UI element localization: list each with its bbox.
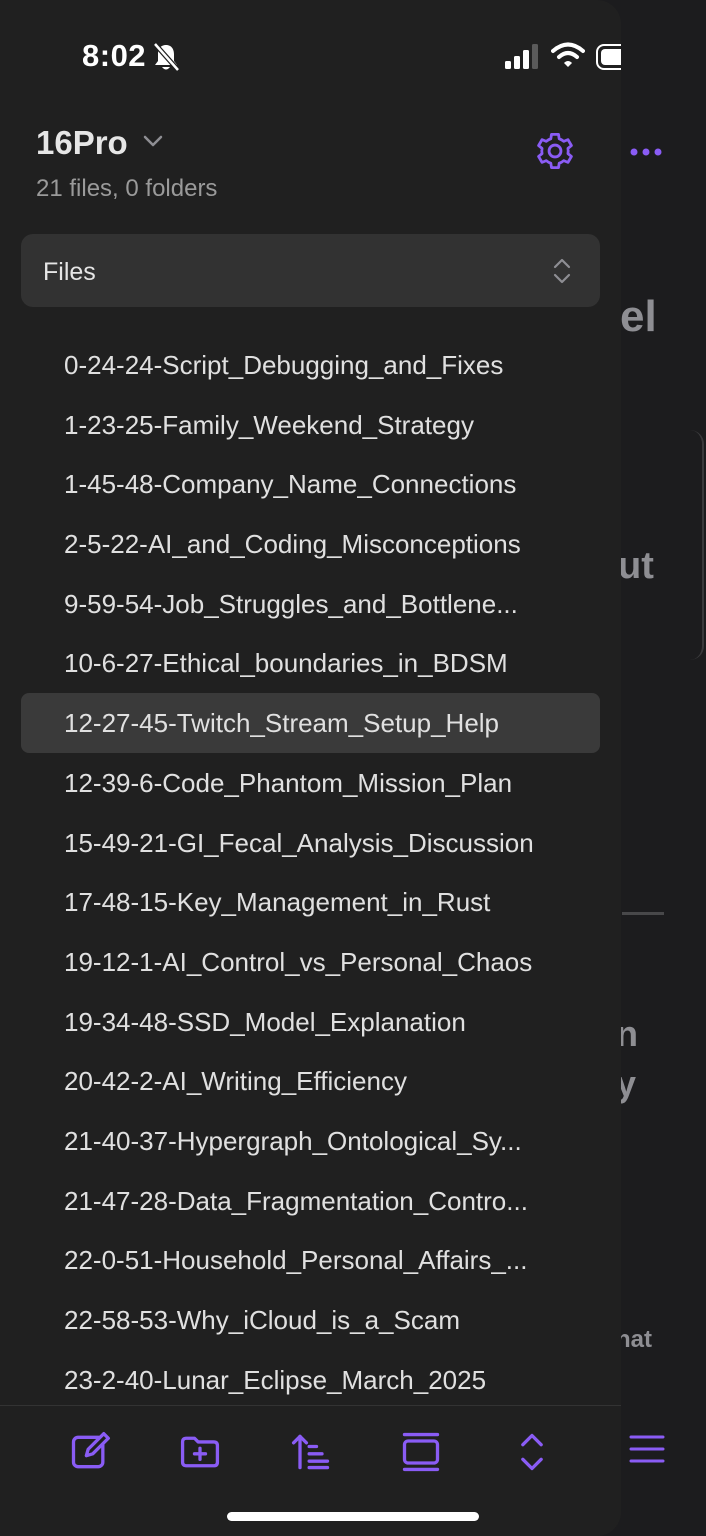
file-label: 0-24-24-Script_Debugging_and_Fixes xyxy=(64,350,504,380)
file-label: 2-5-22-AI_and_Coding_Misconceptions xyxy=(64,529,521,560)
file-item[interactable]: 19-12-1-AI_Control_vs_Personal_Chaos xyxy=(21,932,600,992)
file-item[interactable]: 1-45-48-Company_Name_Connections xyxy=(21,454,600,514)
battery-icon xyxy=(596,44,621,75)
file-item[interactable]: 21-47-28-Data_Fragmentation_Contro... xyxy=(21,1171,600,1231)
note-divider xyxy=(622,912,664,915)
file-list: 0-24-24-Script_Debugging_and_Fixes 1-23-2… xyxy=(0,335,621,1409)
collapse-icon[interactable] xyxy=(399,1430,443,1474)
file-item[interactable]: 0-24-24-Script_Debugging_and_Fixes xyxy=(21,335,600,395)
expand-icon[interactable] xyxy=(510,1430,554,1474)
new-note-icon[interactable] xyxy=(68,1430,112,1474)
chevron-down-icon[interactable] xyxy=(142,134,164,153)
gear-icon[interactable] xyxy=(534,130,576,177)
file-item[interactable]: 15-49-21-GI_Fecal_Analysis_Discussion xyxy=(21,813,600,873)
file-item[interactable]: 23-2-40-Lunar_Eclipse_March_2025 xyxy=(21,1350,600,1410)
scroll-edge xyxy=(690,430,704,660)
vault-header[interactable]: 16Pro xyxy=(36,124,164,162)
file-label: 12-39-6-Code_Phantom_Mission_Plan xyxy=(64,767,513,798)
file-item[interactable]: 19-34-48-SSD_Model_Explanation xyxy=(21,992,600,1052)
file-label: 9-59-54-Job_Struggles_and_Bottlene... xyxy=(64,588,518,619)
file-item[interactable]: 2-5-22-AI_and_Coding_Misconceptions xyxy=(21,514,600,574)
file-label: 20-42-2-AI_Writing_Efficiency xyxy=(64,1066,407,1097)
file-item[interactable]: 22-0-51-Household_Personal_Affairs_... xyxy=(21,1230,600,1290)
file-item[interactable]: 21-40-37-Hypergraph_Ontological_Sy... xyxy=(21,1111,600,1171)
status-time: 8:02 xyxy=(82,38,147,73)
vault-name[interactable]: 16Pro xyxy=(36,124,128,162)
note-text-fragment: ut xyxy=(618,545,654,587)
file-label: 10-6-27-Ethical_boundaries_in_BDSM xyxy=(64,648,508,679)
file-label: 15-49-21-GI_Fecal_Analysis_Discussion xyxy=(64,827,534,858)
status-bar: 8:02 xyxy=(0,0,621,110)
file-item-selected[interactable]: 12-27-45-Twitch_Stream_Setup_Help xyxy=(21,693,600,753)
file-item[interactable]: 22-58-53-Why_iCloud_is_a_Scam xyxy=(21,1290,600,1350)
file-label: 21-47-28-Data_Fragmentation_Contro... xyxy=(64,1185,528,1216)
file-label: 1-23-25-Family_Weekend_Strategy xyxy=(64,409,474,440)
file-item[interactable]: 9-59-54-Job_Struggles_and_Bottlene... xyxy=(21,574,600,634)
wifi-icon xyxy=(551,42,585,75)
home-indicator[interactable] xyxy=(227,1512,479,1521)
note-text-fragment: el xyxy=(620,292,657,341)
file-item[interactable]: 12-39-6-Code_Phantom_Mission_Plan xyxy=(21,753,600,813)
silent-bell-icon xyxy=(152,42,180,77)
file-item[interactable]: 10-6-27-Ethical_boundaries_in_BDSM xyxy=(21,633,600,693)
more-dots-icon[interactable] xyxy=(628,140,664,169)
chevron-up-down-icon xyxy=(552,256,572,291)
file-label: 1-45-48-Company_Name_Connections xyxy=(64,469,517,500)
vault-file-count: 21 files, 0 folders xyxy=(36,175,218,202)
hamburger-menu-icon[interactable] xyxy=(628,1432,666,1471)
file-item[interactable]: 20-42-2-AI_Writing_Efficiency xyxy=(21,1051,600,1111)
files-view-selector[interactable]: Files xyxy=(21,234,600,307)
cellular-signal-icon xyxy=(504,44,542,75)
selector-label: Files xyxy=(43,258,96,286)
note-text-fragment: hat xyxy=(616,1326,652,1353)
file-label: 23-2-40-Lunar_Eclipse_March_2025 xyxy=(64,1364,487,1395)
new-folder-icon[interactable] xyxy=(178,1430,222,1474)
file-label: 21-40-37-Hypergraph_Ontological_Sy... xyxy=(64,1125,522,1156)
file-label: 22-58-53-Why_iCloud_is_a_Scam xyxy=(64,1305,460,1335)
file-explorer-sidebar: 8:02 16Pro 21 files, 0 folders Files 0-2… xyxy=(0,0,621,1536)
file-label: 19-34-48-SSD_Model_Explanation xyxy=(64,1006,466,1037)
sort-icon[interactable] xyxy=(289,1430,333,1474)
file-item[interactable]: 17-48-15-Key_Management_in_Rust xyxy=(21,872,600,932)
file-label: 17-48-15-Key_Management_in_Rust xyxy=(64,887,491,918)
file-label: 19-12-1-AI_Control_vs_Personal_Chaos xyxy=(64,946,533,977)
file-label: 22-0-51-Household_Personal_Affairs_... xyxy=(64,1245,528,1276)
file-item[interactable]: 1-23-25-Family_Weekend_Strategy xyxy=(21,395,600,455)
file-label: 12-27-45-Twitch_Stream_Setup_Help xyxy=(64,708,500,739)
